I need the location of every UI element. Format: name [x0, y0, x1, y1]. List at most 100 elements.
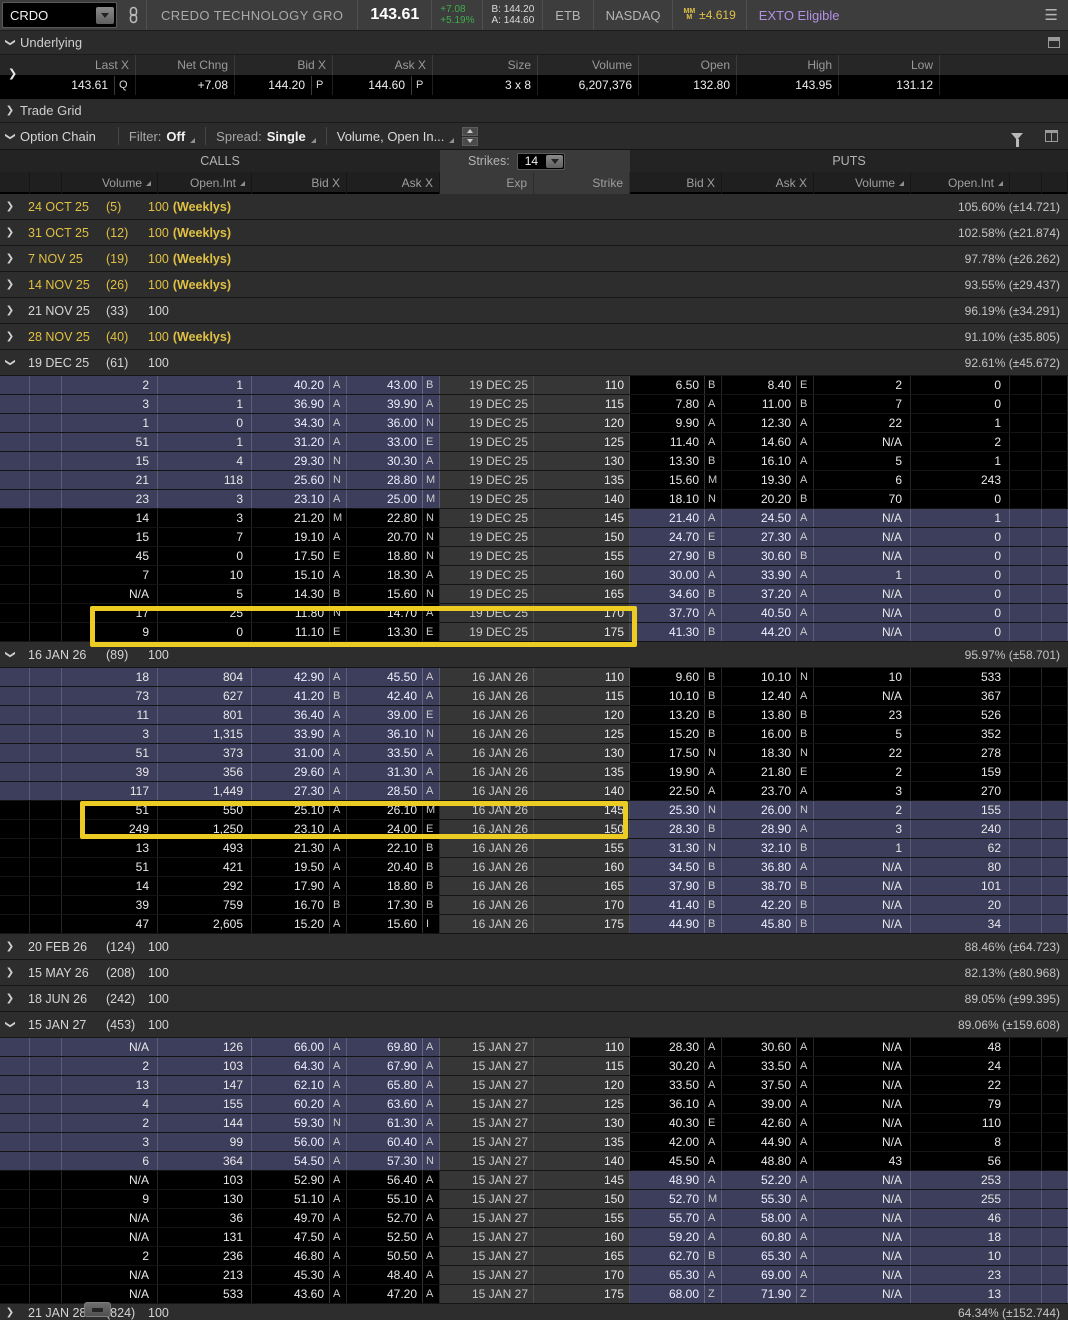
- put-bid-cell[interactable]: 36.10A: [630, 1095, 722, 1113]
- put-ask-cell[interactable]: 38.70B: [722, 877, 814, 895]
- call-bid-cell[interactable]: 21.20M: [252, 509, 347, 527]
- call-bid-cell[interactable]: 11.80N: [252, 604, 347, 622]
- call-bid-cell[interactable]: 15.20A: [252, 915, 347, 933]
- spin-down-button[interactable]: [462, 137, 478, 146]
- option-chain-row[interactable]: 5142119.50A20.40B16 JAN 2616034.50B36.80…: [0, 858, 1068, 877]
- call-ask-cell[interactable]: 60.40A: [347, 1133, 440, 1151]
- call-bid-cell[interactable]: 59.30N: [252, 1114, 347, 1132]
- call-bid-cell[interactable]: 47.50A: [252, 1228, 347, 1246]
- put-bid-cell[interactable]: 34.50B: [630, 858, 722, 876]
- call-open-int-header[interactable]: Open.Int: [158, 172, 252, 194]
- put-bid-cell[interactable]: 13.20B: [630, 706, 722, 724]
- call-ask-cell[interactable]: 33.00E: [347, 433, 440, 451]
- expiration-group-header[interactable]: ❯20 FEB 26(124)10088.46% (±64.723): [0, 934, 1068, 960]
- symbol-input[interactable]: CRDO: [2, 2, 117, 28]
- call-bid-cell[interactable]: 19.50A: [252, 858, 347, 876]
- call-ask-cell[interactable]: 39.00E: [347, 706, 440, 724]
- expiration-group-header[interactable]: ❯14 NOV 25(26)100(Weeklys)93.55% (±29.43…: [0, 272, 1068, 298]
- put-bid-cell[interactable]: 10.10B: [630, 687, 722, 705]
- option-chain-row[interactable]: 1880442.90A45.50A16 JAN 261109.60B10.10N…: [0, 668, 1068, 687]
- expander-icon[interactable]: ❯: [0, 305, 20, 316]
- call-ask-cell[interactable]: 55.10A: [347, 1190, 440, 1208]
- call-ask-cell[interactable]: 28.80M: [347, 471, 440, 489]
- put-bid-cell[interactable]: 18.10N: [630, 490, 722, 508]
- put-bid-cell[interactable]: 37.70A: [630, 604, 722, 622]
- put-open-int-header[interactable]: Open.Int: [911, 172, 1010, 194]
- strikes-dropdown-button[interactable]: [546, 155, 563, 168]
- call-ask-cell[interactable]: 24.00E: [347, 820, 440, 838]
- option-chain-row[interactable]: 15719.10A20.70N19 DEC 2515024.70E27.30AN…: [0, 528, 1068, 547]
- put-ask-cell[interactable]: 71.90Z: [722, 1285, 814, 1303]
- option-chain-row[interactable]: 9011.10E13.30E19 DEC 2517541.30B44.20AN/…: [0, 623, 1068, 642]
- put-ask-cell[interactable]: 36.80A: [722, 858, 814, 876]
- put-ask-cell[interactable]: 55.30A: [722, 1190, 814, 1208]
- put-bid-cell[interactable]: 40.30E: [630, 1114, 722, 1132]
- call-ask-cell[interactable]: 63.60A: [347, 1095, 440, 1113]
- put-ask-cell[interactable]: 16.10A: [722, 452, 814, 470]
- expander-icon[interactable]: ❯: [0, 227, 20, 238]
- call-ask-cell[interactable]: 20.70N: [347, 528, 440, 546]
- call-bid-cell[interactable]: 19.10A: [252, 528, 347, 546]
- put-ask-cell[interactable]: 33.90A: [722, 566, 814, 584]
- call-bid-cell[interactable]: 25.10A: [252, 801, 347, 819]
- option-chain-row[interactable]: 14321.20M22.80N19 DEC 2514521.40A24.50AN…: [0, 509, 1068, 528]
- call-bid-cell[interactable]: 64.30A: [252, 1057, 347, 1075]
- option-chain-row[interactable]: 71015.10A18.30A19 DEC 2516030.00A33.90A1…: [0, 566, 1068, 585]
- call-ask-cell[interactable]: 36.00N: [347, 414, 440, 432]
- expiration-group-header[interactable]: ❯31 OCT 25(12)100(Weeklys)102.58% (±21.8…: [0, 220, 1068, 246]
- call-ask-cell[interactable]: 14.70A: [347, 604, 440, 622]
- strikes-select[interactable]: 14: [517, 153, 565, 170]
- put-ask-cell[interactable]: 21.80E: [722, 763, 814, 781]
- strike-header[interactable]: Strike: [534, 172, 630, 194]
- option-chain-row[interactable]: 45017.50E18.80N19 DEC 2515527.90B30.60BN…: [0, 547, 1068, 566]
- put-ask-cell[interactable]: 33.50A: [722, 1057, 814, 1075]
- expander-icon[interactable]: ❯: [0, 1307, 20, 1318]
- put-ask-cell[interactable]: 32.10B: [722, 839, 814, 857]
- call-ask-cell[interactable]: 28.50A: [347, 782, 440, 800]
- expiration-group-header[interactable]: ❯16 JAN 26(89)10095.97% (±58.701): [0, 642, 1068, 668]
- expiration-group-header[interactable]: ❯24 OCT 25(5)100(Weeklys)105.60% (±14.72…: [0, 194, 1068, 220]
- call-ask-cell[interactable]: 15.60N: [347, 585, 440, 603]
- call-bid-cell[interactable]: 36.40A: [252, 706, 347, 724]
- put-bid-cell[interactable]: 11.40A: [630, 433, 722, 451]
- call-ask-cell[interactable]: 15.60I: [347, 915, 440, 933]
- spread-dropdown[interactable]: Spread:Single: [216, 123, 316, 149]
- call-bid-cell[interactable]: 46.80A: [252, 1247, 347, 1265]
- exp-header[interactable]: Exp: [440, 172, 534, 194]
- call-bid-cell[interactable]: 66.00A: [252, 1038, 347, 1056]
- call-bid-cell[interactable]: 17.50E: [252, 547, 347, 565]
- put-ask-cell[interactable]: 18.30N: [722, 744, 814, 762]
- call-bid-cell[interactable]: 11.10E: [252, 623, 347, 641]
- expiration-group-header[interactable]: ❯18 JUN 26(242)10089.05% (±99.395): [0, 986, 1068, 1012]
- option-chain-row[interactable]: 2140.20A43.00B19 DEC 251106.50B8.40E20: [0, 376, 1068, 395]
- put-ask-cell[interactable]: 45.80B: [722, 915, 814, 933]
- put-bid-cell[interactable]: 17.50N: [630, 744, 722, 762]
- spin-up-button[interactable]: [462, 127, 478, 136]
- option-chain-row[interactable]: N/A12666.00A69.80A15 JAN 2711028.30A30.6…: [0, 1038, 1068, 1057]
- option-chain-row[interactable]: 1180136.40A39.00E16 JAN 2612013.20B13.80…: [0, 706, 1068, 725]
- put-bid-cell[interactable]: 41.30B: [630, 623, 722, 641]
- put-bid-cell[interactable]: 9.60B: [630, 668, 722, 686]
- put-ask-cell[interactable]: 30.60A: [722, 1038, 814, 1056]
- put-ask-cell[interactable]: 58.00A: [722, 1209, 814, 1227]
- put-bid-cell[interactable]: 24.70E: [630, 528, 722, 546]
- option-chain-row[interactable]: 1314762.10A65.80A15 JAN 2712033.50A37.50…: [0, 1076, 1068, 1095]
- call-bid-cell[interactable]: 29.30N: [252, 452, 347, 470]
- call-ask-cell[interactable]: 50.50A: [347, 1247, 440, 1265]
- option-chain-row[interactable]: 3136.90A39.90A19 DEC 251157.80A11.00B70: [0, 395, 1068, 414]
- underlying-section-header[interactable]: ❯ Underlying: [0, 31, 1068, 55]
- expander-icon[interactable]: ❯: [0, 993, 20, 1004]
- put-bid-cell[interactable]: 68.00Z: [630, 1285, 722, 1303]
- option-chain-row[interactable]: N/A13147.50A52.50A15 JAN 2716059.20A60.8…: [0, 1228, 1068, 1247]
- put-ask-cell[interactable]: 42.20B: [722, 896, 814, 914]
- put-ask-cell[interactable]: 65.30A: [722, 1247, 814, 1265]
- scroll-widget[interactable]: [84, 1302, 111, 1317]
- call-ask-cell[interactable]: 18.30A: [347, 566, 440, 584]
- option-chain-row[interactable]: 39956.00A60.40A15 JAN 2713542.00A44.90AN…: [0, 1133, 1068, 1152]
- call-ask-cell[interactable]: 20.40B: [347, 858, 440, 876]
- put-bid-cell[interactable]: 30.00A: [630, 566, 722, 584]
- call-ask-cell[interactable]: 56.40A: [347, 1171, 440, 1189]
- option-chain-row[interactable]: N/A21345.30A48.40A15 JAN 2717065.30A69.0…: [0, 1266, 1068, 1285]
- call-bid-cell[interactable]: 23.10A: [252, 820, 347, 838]
- put-bid-header[interactable]: Bid X: [630, 172, 722, 194]
